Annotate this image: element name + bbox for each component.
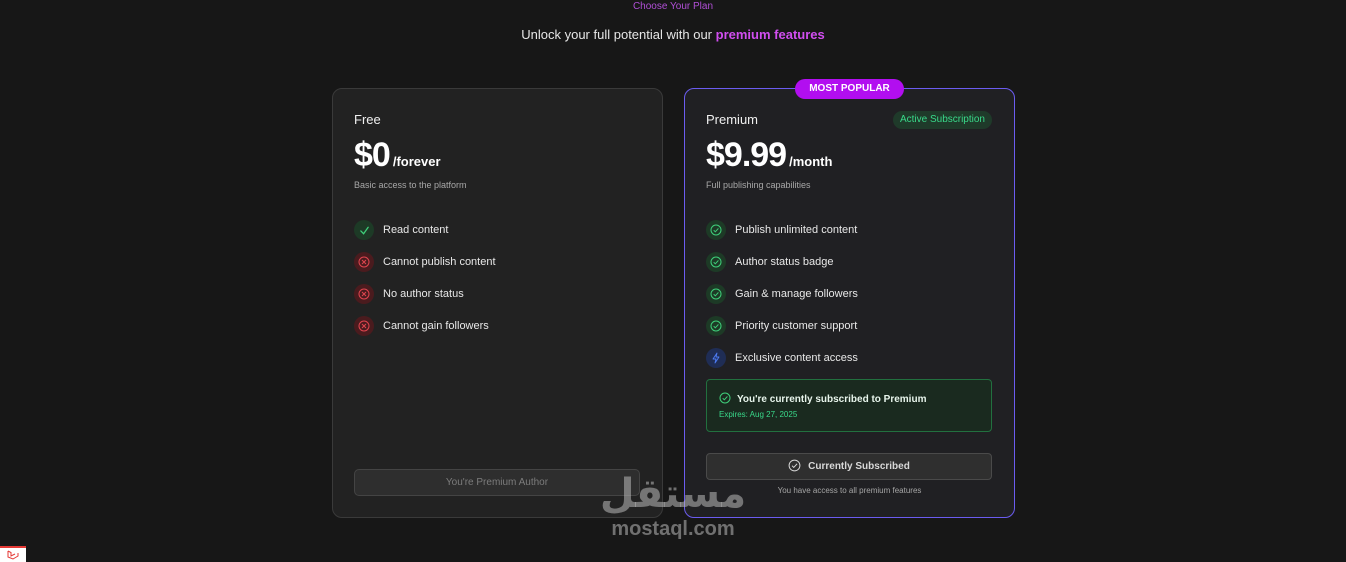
feature-label: Priority customer support — [735, 320, 858, 332]
list-item: Read content — [354, 214, 496, 246]
currently-subscribed-button[interactable]: Currently Subscribed — [706, 453, 992, 480]
expiry-date: Expires: Aug 27, 2025 — [719, 410, 798, 419]
premium-plan-card: MOST POPULAR Premium Active Subscription… — [684, 79, 1015, 518]
list-item: Publish unlimited content — [706, 214, 858, 246]
plan-description: Basic access to the platform — [354, 180, 467, 190]
subtitle-text: Unlock your full potential with our — [521, 27, 713, 42]
list-item: Priority customer support — [706, 310, 858, 342]
feature-list: Publish unlimited content Author status … — [706, 214, 858, 374]
subtitle-highlight: premium features — [715, 27, 825, 42]
price-amount: $9.99 — [706, 136, 787, 174]
x-circle-icon — [354, 252, 374, 272]
watermark-logo: مستقل mostaql.com — [598, 470, 748, 540]
free-plan-card: Free $0/forever Basic access to the plat… — [332, 88, 663, 518]
plan-price: $0/forever — [354, 136, 441, 175]
feature-list: Read content Cannot publish content No a… — [354, 214, 496, 342]
watermark-latin: mostaql.com — [611, 518, 735, 540]
x-circle-icon — [354, 316, 374, 336]
list-item: Cannot gain followers — [354, 310, 496, 342]
price-period: /month — [789, 154, 833, 169]
most-popular-badge: MOST POPULAR — [795, 79, 904, 99]
feature-label: Cannot publish content — [383, 256, 496, 268]
subscription-notice-text: You're currently subscribed to Premium — [737, 394, 927, 405]
feature-label: Gain & manage followers — [735, 288, 858, 300]
list-item: Exclusive content access — [706, 342, 858, 374]
x-circle-icon — [354, 284, 374, 304]
list-item: Author status badge — [706, 246, 858, 278]
subscription-notice: You're currently subscribed to Premium E… — [706, 379, 992, 432]
check-circle-icon — [719, 392, 731, 407]
plan-name: Premium — [706, 112, 759, 127]
plan-name: Free — [354, 112, 381, 127]
button-label: Currently Subscribed — [808, 461, 910, 472]
feature-label: Publish unlimited content — [735, 224, 858, 236]
feature-label: Exclusive content access — [735, 352, 858, 364]
check-circle-icon — [788, 459, 801, 475]
check-icon — [354, 220, 374, 240]
section-eyebrow: Choose Your Plan — [632, 1, 714, 12]
check-circle-icon — [706, 316, 726, 336]
check-circle-icon — [706, 220, 726, 240]
watermark-arabic: مستقل — [599, 471, 747, 517]
list-item: No author status — [354, 278, 496, 310]
feature-label: Read content — [383, 224, 449, 236]
list-item: Gain & manage followers — [706, 278, 858, 310]
check-circle-icon — [706, 252, 726, 272]
plan-price: $9.99/month — [706, 136, 832, 175]
price-period: /forever — [392, 154, 441, 169]
laravel-logo-icon[interactable] — [0, 546, 26, 562]
feature-label: Cannot gain followers — [383, 320, 489, 332]
check-circle-icon — [706, 284, 726, 304]
plan-description: Full publishing capabilities — [706, 180, 811, 190]
status-badge: Active Subscription — [892, 111, 992, 129]
section-subtitle: Unlock your full potential with our prem… — [0, 27, 1346, 42]
feature-label: Author status badge — [735, 256, 834, 268]
lightning-icon — [706, 348, 726, 368]
price-amount: $0 — [354, 136, 391, 174]
list-item: Cannot publish content — [354, 246, 496, 278]
feature-label: No author status — [383, 288, 464, 300]
